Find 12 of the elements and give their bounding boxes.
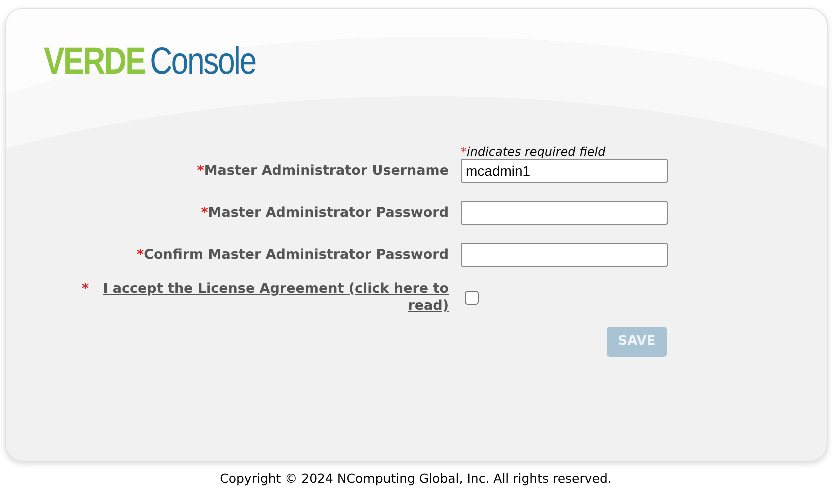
logo: VERDEConsole [44,43,256,81]
input-field[interactable] [461,243,668,267]
field-label: *Confirm Master Administrator Password [136,246,449,265]
required-note: *indicates required field [461,145,606,159]
input-field[interactable] [461,201,668,225]
copyright-text: Copyright © 2024 NComputing Global, Inc. All rights reserved. [220,470,612,488]
field-label: *Master Administrator Password [200,204,449,223]
license-checkbox[interactable] [465,291,479,305]
input-field[interactable]: mcadmin1 [461,159,668,183]
required-mark: * [82,281,89,298]
field-label: *Master Administrator Username [196,162,449,181]
license-agreement-link[interactable]: I accept the License Agreement (click here to read) [89,281,449,315]
